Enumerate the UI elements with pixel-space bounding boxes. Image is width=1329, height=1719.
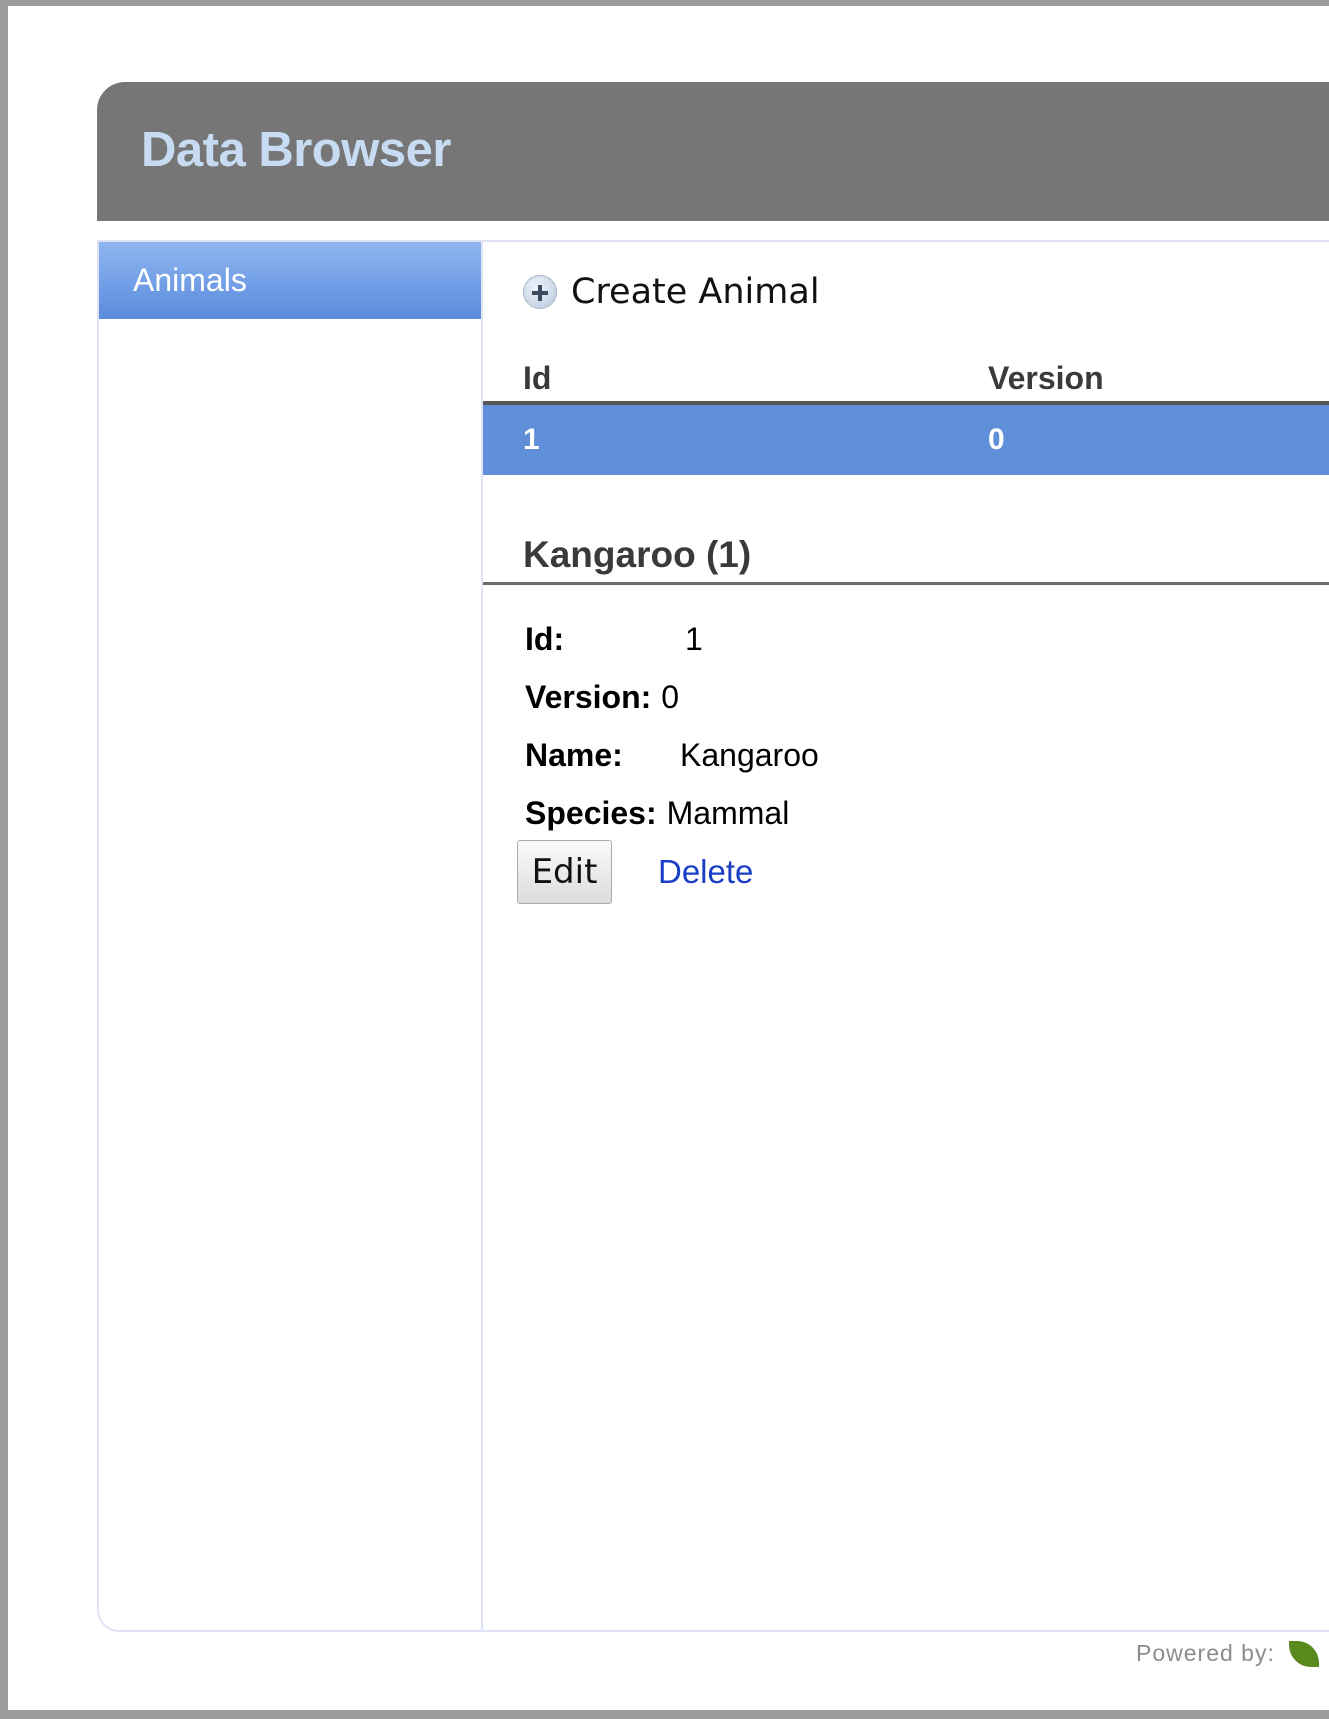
field-label: Species: [525,794,657,831]
main-panel: Create Animal Id Version 1 0 Kangaroo (1… [483,242,1329,1630]
column-header-id: Id [523,360,552,396]
create-animal-link[interactable]: Create Animal [523,272,820,312]
detail-actions: Edit Delete [517,840,753,904]
field-label: Id: [525,620,565,657]
create-animal-label: Create Animal [571,272,820,312]
table-header: Id Version [483,358,1329,405]
field-value: Mammal [666,794,790,831]
page: Data Browser Animals Create Animal Id Ve… [8,6,1329,1710]
cell-version: 0 [988,423,1005,456]
table-row[interactable]: 1 0 [483,405,1329,475]
app-header: Data Browser [97,82,1329,221]
animals-table: Id Version 1 0 [483,358,1329,475]
content-frame: Animals Create Animal Id Version 1 0 Kan… [97,240,1329,1632]
spring-leaf-icon [1288,1640,1319,1667]
field-value: 1 [685,620,703,657]
detail-title: Kangaroo (1) [523,534,752,575]
powered-by-label: Powered by: [1136,1640,1275,1666]
app-title: Data Browser [141,123,451,177]
detail-row-name: Name: Kangaroo [525,726,819,784]
column-header-version: Version [988,360,1104,396]
plus-circle-icon [523,275,557,309]
field-value: Kangaroo [680,736,819,773]
sidebar-item-animals[interactable]: Animals [99,242,481,319]
detail-row-version: Version: 0 [525,668,819,726]
field-value: 0 [661,678,680,715]
sidebar-item-label: Animals [133,262,247,298]
sidebar: Animals [99,242,483,1630]
delete-link[interactable]: Delete [658,853,753,891]
detail-row-id: Id: 1 [525,610,819,668]
field-label: Name: [525,736,623,773]
detail-row-species: Species: Mammal [525,784,819,842]
cell-id: 1 [523,423,540,456]
footer: Powered by: [1136,1640,1319,1667]
field-label: Version: [525,678,652,715]
detail-fields: Id: 1 Version: 0 Name: Kangaroo Species:… [525,610,819,842]
detail-divider [483,582,1329,585]
edit-button[interactable]: Edit [517,840,612,904]
